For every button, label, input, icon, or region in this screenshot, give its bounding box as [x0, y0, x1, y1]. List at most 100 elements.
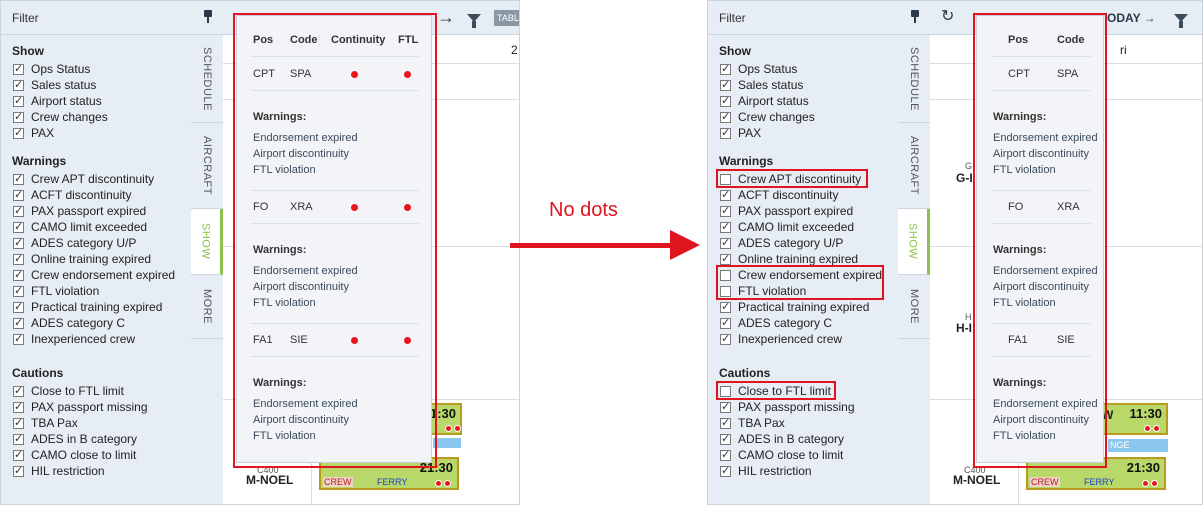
aircraft-registration[interactable]: H-I: [956, 321, 972, 335]
tab-aircraft[interactable]: AIRCRAFT: [191, 123, 223, 209]
arrow-right-icon[interactable]: →: [437, 8, 455, 26]
checkbox[interactable]: [13, 416, 24, 430]
checkbox[interactable]: [720, 300, 731, 314]
filter-option[interactable]: CAMO close to limit: [13, 447, 136, 463]
filter-option[interactable]: CAMO limit exceeded: [720, 219, 854, 235]
checkbox[interactable]: [720, 316, 731, 330]
checkbox[interactable]: [13, 78, 24, 92]
filter-funnel-icon[interactable]: [467, 14, 481, 28]
checkbox[interactable]: [720, 332, 731, 346]
filter-option[interactable]: Practical training expired: [13, 299, 162, 315]
filter-option[interactable]: Ops Status: [13, 61, 90, 77]
filter-option[interactable]: Airport status: [13, 93, 102, 109]
filter-option[interactable]: PAX passport expired: [720, 203, 853, 219]
filter-option[interactable]: Practical training expired: [720, 299, 869, 315]
checkbox[interactable]: [720, 416, 731, 430]
filter-option[interactable]: ACFT discontinuity: [720, 187, 838, 203]
filter-option[interactable]: HIL restriction: [13, 463, 105, 479]
filter-option[interactable]: PAX passport missing: [720, 399, 855, 415]
filter-option[interactable]: Crew endorsement expired: [13, 267, 175, 283]
filter-option[interactable]: Sales status: [720, 77, 803, 93]
checkbox[interactable]: [13, 220, 24, 234]
tab-schedule[interactable]: SCHEDULE: [191, 35, 223, 123]
aircraft-registration[interactable]: M-NOEL: [246, 473, 293, 487]
aircraft-registration[interactable]: M-NOEL: [953, 473, 1000, 487]
checkbox[interactable]: [13, 284, 24, 298]
checkbox[interactable]: [13, 172, 24, 186]
checkbox[interactable]: [13, 316, 24, 330]
filter-option[interactable]: ADES in B category: [720, 431, 844, 447]
checkbox[interactable]: [720, 252, 731, 266]
today-button[interactable]: ODAY →: [1107, 11, 1156, 25]
checkbox[interactable]: [13, 384, 24, 398]
filter-option[interactable]: Online training expired: [13, 251, 151, 267]
checkbox[interactable]: [720, 94, 731, 108]
checkbox[interactable]: [13, 62, 24, 76]
checkbox[interactable]: [13, 252, 24, 266]
filter-option[interactable]: ADES in B category: [13, 431, 137, 447]
checkbox[interactable]: [720, 236, 731, 250]
filter-option[interactable]: Sales status: [13, 77, 96, 93]
filter-option[interactable]: PAX: [720, 125, 761, 141]
checkbox[interactable]: [13, 464, 24, 478]
checkbox[interactable]: [13, 204, 24, 218]
filter-option[interactable]: HIL restriction: [720, 463, 812, 479]
filter-option[interactable]: Airport status: [720, 93, 809, 109]
tab-aircraft[interactable]: AIRCRAFT: [898, 123, 930, 209]
tab-more[interactable]: MORE: [898, 275, 930, 339]
filter-option[interactable]: Inexperienced crew: [720, 331, 842, 347]
filter-option[interactable]: ADES category C: [13, 315, 125, 331]
checkbox[interactable]: [13, 332, 24, 346]
filter-option[interactable]: CAMO limit exceeded: [13, 219, 147, 235]
checkbox[interactable]: [13, 236, 24, 250]
filter-option[interactable]: ADES category C: [720, 315, 832, 331]
filter-option[interactable]: TBA Pax: [13, 415, 78, 431]
checkbox[interactable]: [720, 432, 731, 446]
filter-funnel-icon[interactable]: [1174, 14, 1188, 28]
checkbox[interactable]: [13, 188, 24, 202]
aircraft-registration[interactable]: G-I: [956, 171, 973, 185]
refresh-icon[interactable]: ↻: [941, 9, 954, 25]
checkbox[interactable]: [13, 110, 24, 124]
checkbox[interactable]: [13, 126, 24, 140]
checkbox[interactable]: [13, 432, 24, 446]
filter-option[interactable]: CAMO close to limit: [720, 447, 843, 463]
checkbox[interactable]: [13, 300, 24, 314]
checkbox[interactable]: [720, 204, 731, 218]
filter-option[interactable]: Close to FTL limit: [13, 383, 124, 399]
checkbox[interactable]: [720, 400, 731, 414]
checkbox[interactable]: [720, 220, 731, 234]
tab-schedule[interactable]: SCHEDULE: [898, 35, 930, 123]
checkbox[interactable]: [13, 94, 24, 108]
filter-option[interactable]: ADES category U/P: [720, 235, 843, 251]
filter-option[interactable]: Crew changes: [13, 109, 108, 125]
filter-option[interactable]: FTL violation: [13, 283, 99, 299]
filter-option[interactable]: ACFT discontinuity: [13, 187, 131, 203]
filter-option[interactable]: PAX passport expired: [13, 203, 146, 219]
filter-option[interactable]: Inexperienced crew: [13, 331, 135, 347]
checkbox[interactable]: [720, 78, 731, 92]
flight-block[interactable]: W 11:30: [1098, 403, 1168, 435]
tab-show[interactable]: SHOW: [191, 209, 223, 275]
filter-option[interactable]: ADES category U/P: [13, 235, 136, 251]
checkbox[interactable]: [13, 448, 24, 462]
checkbox[interactable]: [720, 62, 731, 76]
checkbox[interactable]: [720, 188, 731, 202]
filter-option[interactable]: TBA Pax: [720, 415, 785, 431]
checkbox[interactable]: [720, 464, 731, 478]
filter-option[interactable]: Crew changes: [720, 109, 815, 125]
tab-more[interactable]: MORE: [191, 275, 223, 339]
checkbox[interactable]: [720, 448, 731, 462]
filter-option[interactable]: PAX: [13, 125, 54, 141]
checkbox[interactable]: [720, 110, 731, 124]
filter-option[interactable]: Crew APT discontinuity: [13, 171, 154, 187]
tablet-button[interactable]: TABL: [494, 10, 519, 26]
checkbox[interactable]: [720, 126, 731, 140]
tab-show[interactable]: SHOW: [898, 209, 930, 275]
filter-option[interactable]: PAX passport missing: [13, 399, 148, 415]
checkbox[interactable]: [13, 400, 24, 414]
checkbox[interactable]: [13, 268, 24, 282]
pin-icon[interactable]: [908, 10, 922, 24]
filter-option[interactable]: Ops Status: [720, 61, 797, 77]
pin-icon[interactable]: [201, 10, 215, 24]
